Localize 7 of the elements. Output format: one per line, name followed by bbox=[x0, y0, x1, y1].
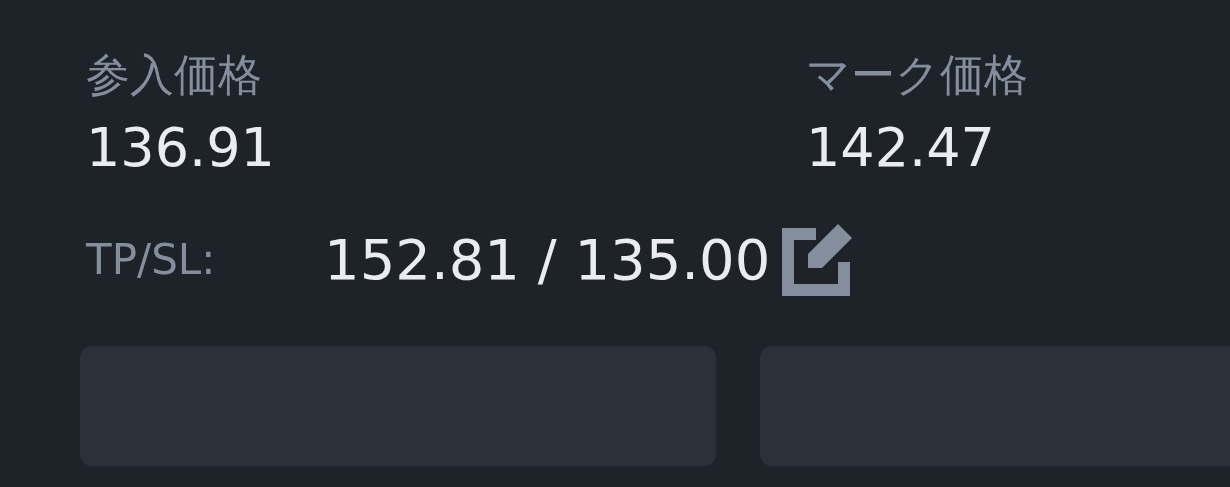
tp-sl-label: TP/SL: bbox=[86, 234, 217, 286]
field-value: 142.47 bbox=[806, 116, 996, 180]
field-label: 参入価格 bbox=[86, 48, 263, 102]
edit-icon[interactable] bbox=[782, 224, 855, 296]
field-label: マーク価格 bbox=[806, 48, 1029, 102]
tp-sl-value: 152.81 / 135.00 bbox=[324, 226, 771, 294]
field-value: 136.91 bbox=[86, 116, 276, 180]
